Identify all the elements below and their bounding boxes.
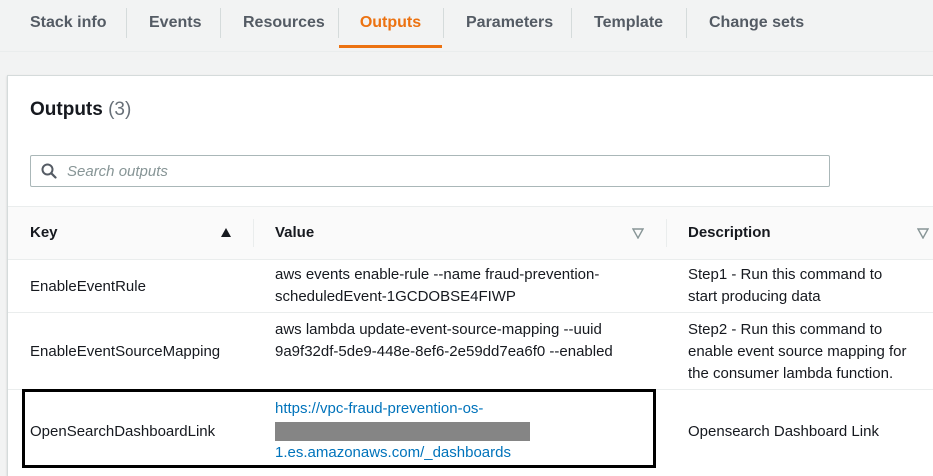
panel-title: Outputs (3): [30, 99, 131, 121]
triangle-up-icon[interactable]: [220, 227, 232, 239]
tab-divider: [220, 8, 221, 38]
redacted-region: [275, 421, 530, 441]
value-line: aws lambda update-event-source-mapping -…: [275, 321, 602, 338]
description-line: Step2 - Run this command to: [688, 321, 883, 338]
tab-parameters[interactable]: Parameters: [466, 0, 553, 48]
table-row: EnableEventSourceMapping aws lambda upda…: [8, 313, 933, 390]
column-divider[interactable]: [253, 219, 254, 247]
table-row: EnableEventRule aws events enable-rule -…: [8, 259, 933, 313]
output-key: EnableEventRule: [30, 278, 146, 295]
tab-divider: [571, 8, 572, 38]
search-icon: [41, 163, 57, 179]
description-line: enable event source mapping for: [688, 343, 907, 360]
table-header: Key Value Description: [8, 206, 933, 260]
value-line: aws events enable-rule --name fraud-prev…: [275, 266, 600, 283]
search-input[interactable]: [67, 156, 807, 186]
outputs-panel: Outputs (3) Key Value Description Enable…: [7, 75, 933, 476]
output-value: aws lambda update-event-source-mapping -…: [275, 319, 660, 363]
tab-template[interactable]: Template: [594, 0, 663, 48]
value-line: scheduledEvent-1GCDOBSE4FIWP: [275, 288, 516, 305]
output-value: aws events enable-rule --name fraud-prev…: [275, 264, 660, 308]
table-row: OpenSearchDashboardLink https://vpc-frau…: [8, 390, 933, 476]
tab-bar-divider: [0, 51, 933, 52]
search-box[interactable]: [30, 155, 830, 187]
triangle-down-icon[interactable]: [632, 227, 644, 239]
description-line: Step1 - Run this command to: [688, 266, 883, 283]
tab-divider: [443, 8, 444, 38]
description-line: the consumer lambda function.: [688, 365, 894, 382]
output-key: OpenSearchDashboardLink: [30, 423, 216, 440]
description-line: start producing data: [688, 288, 821, 305]
dashboard-link[interactable]: 1.es.amazonaws.com/_dashboards: [275, 444, 511, 461]
column-divider[interactable]: [666, 219, 667, 247]
tab-divider: [686, 8, 687, 38]
tab-change-sets[interactable]: Change sets: [709, 0, 804, 48]
output-value: https://vpc-fraud-prevention-os- 1.es.am…: [275, 398, 660, 464]
tab-stack-info[interactable]: Stack info: [30, 0, 106, 48]
tab-events[interactable]: Events: [149, 0, 201, 48]
dashboard-link[interactable]: https://vpc-fraud-prevention-os-: [275, 400, 483, 417]
value-line: 9a9f32df-5de9-448e-8ef6-2e59dd7ea6f0 --e…: [275, 343, 613, 360]
output-count: (3): [108, 99, 132, 120]
output-description: Opensearch Dashboard Link: [688, 423, 879, 440]
tab-outputs[interactable]: Outputs: [339, 0, 442, 48]
tab-bar: Stack info Events Resources Outputs Para…: [0, 0, 933, 52]
tab-divider: [126, 8, 127, 38]
column-header-key[interactable]: Key: [30, 207, 58, 259]
output-description: Step2 - Run this command to enable event…: [688, 319, 928, 385]
output-key: EnableEventSourceMapping: [30, 343, 221, 360]
column-header-description[interactable]: Description: [688, 207, 771, 259]
triangle-down-icon[interactable]: [917, 227, 929, 239]
column-header-value[interactable]: Value: [275, 207, 314, 259]
tab-resources[interactable]: Resources: [243, 0, 325, 48]
output-description: Step1 - Run this command to start produc…: [688, 264, 928, 308]
panel-title-text: Outputs: [30, 99, 103, 120]
